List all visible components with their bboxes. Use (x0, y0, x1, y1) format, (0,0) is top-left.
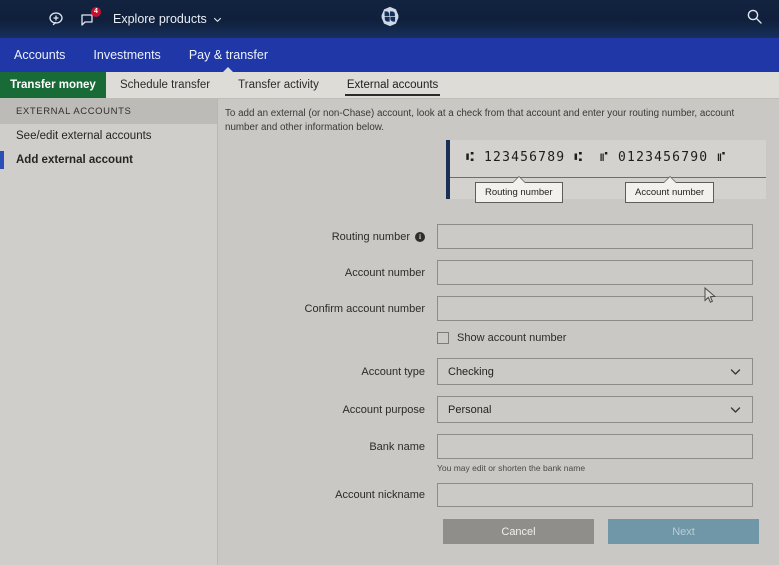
bank-name-help-text: You may edit or shorten the bank name (437, 463, 586, 473)
confirm-account-number-row: Confirm account number (219, 296, 779, 321)
primary-navigation: Accounts Investments Pay & transfer (0, 38, 779, 72)
account-type-row: Account type Checking (219, 358, 779, 385)
nav-label: Accounts (14, 48, 66, 62)
mail-notification-icon[interactable]: 4 (80, 7, 101, 26)
tab-external-accounts[interactable]: External accounts (333, 72, 452, 98)
account-purpose-row: Account purpose Personal (219, 396, 779, 423)
bank-name-input[interactable] (437, 434, 753, 459)
nav-item-pay-and-transfer[interactable]: Pay & transfer (189, 38, 268, 72)
nav-item-accounts[interactable]: Accounts (14, 38, 65, 72)
show-account-number-row: Show account number (437, 332, 779, 344)
form-actions: Cancel Next (443, 519, 779, 544)
routing-number-row: Routing number i (219, 224, 779, 249)
nav-item-investments[interactable]: Investments (93, 38, 160, 72)
hamburger-menu-icon[interactable] (14, 13, 30, 25)
account-number-row: Account number (219, 260, 779, 285)
sidebar-item-label: Add external account (16, 154, 133, 166)
check-divider-line (450, 177, 766, 178)
top-bar: 4 Explore products (0, 0, 779, 38)
search-icon[interactable] (746, 8, 763, 30)
next-button[interactable]: Next (608, 519, 759, 544)
chevron-down-icon (213, 17, 221, 22)
show-account-number-checkbox[interactable] (437, 332, 449, 344)
sidebar-item-label: See/edit external accounts (16, 130, 152, 142)
main-content: To add an external (or non-Chase) accoun… (219, 99, 779, 565)
sidebar-item-see-edit-external-accounts[interactable]: See/edit external accounts (0, 124, 217, 148)
tab-schedule-transfer[interactable]: Schedule transfer (106, 72, 224, 98)
account-nickname-row: Account nickname (219, 483, 779, 507)
confirm-account-number-label: Confirm account number (304, 302, 425, 315)
account-number-label: Account number (344, 266, 425, 279)
check-account-micr: ⑈ 0123456790 ⑈ (600, 150, 727, 165)
nav-label: Investments (93, 48, 161, 62)
nav-label: Pay & transfer (188, 48, 269, 62)
tab-transfer-money[interactable]: Transfer money (0, 72, 106, 98)
chevron-down-icon (730, 369, 741, 375)
account-number-callout: Account number (625, 182, 715, 203)
tab-label: Transfer activity (238, 79, 319, 91)
account-number-input[interactable] (437, 260, 753, 285)
routing-number-label-group: Routing number i (219, 231, 437, 243)
confirm-account-number-input[interactable] (437, 296, 753, 321)
check-routing-micr: ⑆ 123456789 ⑆ (466, 150, 584, 165)
add-external-account-form: Routing number i Account number Confirm … (219, 224, 779, 544)
account-purpose-label: Account purpose (342, 403, 425, 416)
sidebar: EXTERNAL ACCOUNTS See/edit external acco… (0, 99, 218, 565)
chat-bubble-icon[interactable] (48, 11, 64, 27)
explore-products-label: Explore products (113, 12, 207, 26)
account-type-value: Checking (448, 365, 494, 378)
sidebar-item-add-external-account[interactable]: Add external account (0, 148, 217, 172)
info-icon[interactable]: i (415, 231, 425, 242)
explore-products-menu[interactable]: Explore products (113, 12, 222, 26)
account-purpose-value: Personal (448, 403, 492, 416)
bank-name-label: Bank name (369, 440, 425, 453)
chevron-down-icon (730, 407, 741, 413)
routing-number-callout: Routing number (475, 182, 563, 203)
tab-label: Schedule transfer (120, 79, 211, 91)
account-nickname-label: Account nickname (335, 489, 425, 501)
routing-number-label: Routing number (331, 230, 410, 243)
instruction-text: To add an external (or non-Chase) accoun… (225, 108, 735, 134)
show-account-number-label: Show account number (457, 332, 567, 344)
sidebar-section-header: EXTERNAL ACCOUNTS (0, 99, 217, 124)
account-type-label: Account type (361, 365, 425, 378)
check-illustration: ⑆ 123456789 ⑆ ⑈ 0123456790 ⑈ Routing num… (446, 140, 766, 203)
tab-bar: Transfer money Schedule transfer Transfe… (0, 72, 779, 99)
tab-label: Transfer money (10, 79, 96, 91)
bank-name-row: Bank name (219, 434, 779, 459)
notification-badge: 4 (91, 7, 101, 17)
routing-number-input[interactable] (437, 224, 753, 249)
tab-label: External accounts (346, 79, 439, 91)
tab-transfer-activity[interactable]: Transfer activity (224, 72, 333, 98)
account-type-select[interactable]: Checking (437, 358, 753, 385)
cancel-button[interactable]: Cancel (443, 519, 594, 544)
account-purpose-select[interactable]: Personal (437, 396, 753, 423)
account-nickname-input[interactable] (437, 483, 753, 507)
chase-octagon-logo (379, 6, 400, 32)
application-window: 4 Explore products Accounts Investments … (0, 0, 779, 565)
